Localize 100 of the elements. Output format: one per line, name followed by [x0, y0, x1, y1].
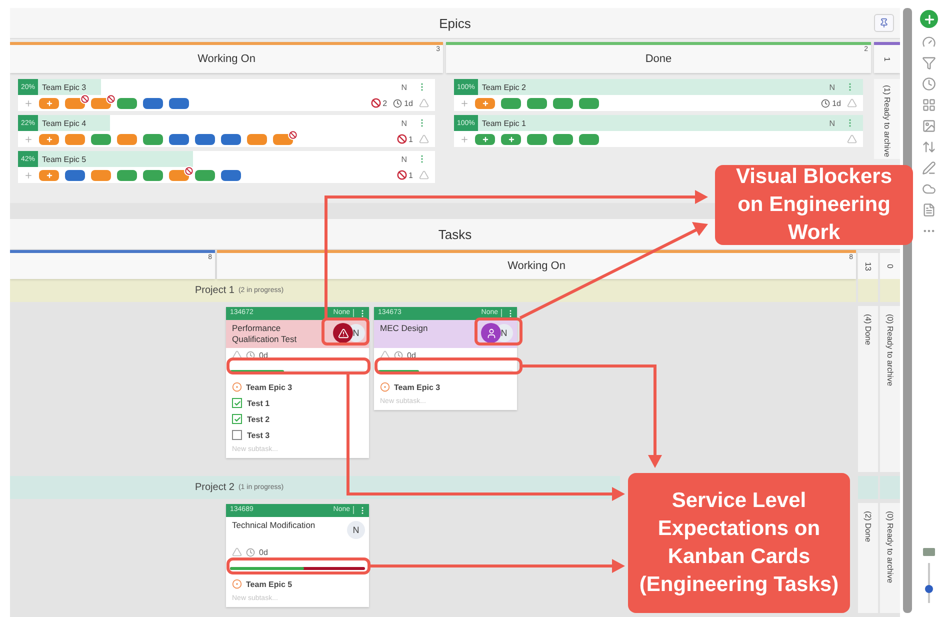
- pin-icon: [879, 18, 889, 28]
- epic-name: Team Epic 4: [42, 118, 88, 128]
- epic-link[interactable]: Team Epic 5: [246, 580, 292, 588]
- checkbox[interactable]: [232, 430, 242, 440]
- epic-icon: [232, 579, 242, 589]
- sort-icon[interactable]: [922, 140, 936, 154]
- task-chip[interactable]: [169, 98, 189, 108]
- collapsed-column[interactable]: (4) Done: [858, 306, 878, 472]
- task-chip[interactable]: [195, 134, 215, 144]
- subtask-label: Test 1: [247, 398, 270, 408]
- triangle-icon: [847, 98, 857, 108]
- pin-button[interactable]: [874, 14, 894, 32]
- column-count: 13: [864, 262, 872, 270]
- task-chip[interactable]: [195, 170, 215, 180]
- plus-icon: [46, 136, 52, 142]
- clock-icon: [393, 98, 402, 108]
- plus-icon: [482, 100, 488, 106]
- blocked-icon: [396, 134, 407, 144]
- highlight-frame: [322, 318, 370, 346]
- plus-icon: [482, 136, 488, 142]
- task-chip[interactable]: [39, 134, 59, 144]
- task-chip[interactable]: [91, 134, 111, 144]
- dashboard-icon[interactable]: [922, 35, 936, 49]
- slider-thumb[interactable]: [925, 585, 933, 593]
- grid-icon[interactable]: [922, 98, 936, 112]
- avatar-initial: N: [829, 82, 835, 92]
- card-title: Performance Qualification Test: [232, 323, 298, 345]
- task-chip[interactable]: [39, 98, 59, 108]
- task-chip[interactable]: [143, 170, 163, 180]
- cloud-icon[interactable]: [922, 182, 936, 196]
- task-chip[interactable]: [247, 134, 267, 144]
- blocker-count: 2: [382, 98, 388, 108]
- task-chip[interactable]: [475, 98, 495, 108]
- task-chip[interactable]: [143, 98, 163, 108]
- plus-icon: [508, 136, 514, 142]
- epic-name: Team Epic 1: [482, 118, 527, 128]
- checkbox[interactable]: [232, 398, 242, 408]
- task-chip[interactable]: [475, 134, 495, 144]
- task-chip[interactable]: [65, 170, 85, 180]
- checkbox[interactable]: [232, 414, 242, 424]
- task-chip[interactable]: [553, 134, 573, 144]
- task-chip[interactable]: [501, 98, 521, 108]
- task-chip[interactable]: [117, 170, 137, 180]
- add-icon[interactable]: [24, 98, 33, 108]
- card-title: MEC Design: [380, 323, 428, 334]
- epic-icon: [380, 382, 390, 392]
- clock-icon[interactable]: [922, 77, 936, 91]
- collapsed-column[interactable]: (2) Done: [858, 503, 878, 613]
- task-chip[interactable]: [527, 98, 547, 108]
- highlight-frame: [474, 318, 522, 346]
- task-chip[interactable]: [579, 98, 599, 108]
- add-icon[interactable]: [24, 134, 33, 144]
- add-button[interactable]: [920, 10, 938, 28]
- avatar-initial: N: [829, 118, 835, 128]
- task-chip[interactable]: [39, 170, 59, 180]
- task-chip[interactable]: [579, 134, 599, 144]
- task-chip[interactable]: [527, 134, 547, 144]
- edit-icon[interactable]: [922, 161, 936, 175]
- section-title: Tasks: [438, 226, 472, 242]
- age-label: 1d: [832, 98, 841, 108]
- task-chip[interactable]: [117, 98, 137, 108]
- avatar-initial: N: [401, 118, 407, 128]
- triangle-icon: [232, 547, 242, 557]
- task-chip[interactable]: [221, 134, 241, 144]
- task-chip[interactable]: [143, 134, 163, 144]
- image-icon[interactable]: [922, 119, 936, 133]
- filter-icon[interactable]: [922, 56, 936, 70]
- add-icon[interactable]: [460, 134, 469, 144]
- blocked-icon: [370, 98, 381, 108]
- collapsed-column[interactable]: (0) Ready to archive: [880, 503, 900, 613]
- document-icon[interactable]: [922, 203, 936, 217]
- task-chip[interactable]: [91, 170, 111, 180]
- clock-icon: [821, 98, 830, 108]
- add-icon[interactable]: [460, 98, 469, 108]
- blocked-icon: [288, 130, 298, 140]
- epic-icon: [232, 382, 242, 392]
- blocked-icon: [396, 170, 407, 180]
- add-icon[interactable]: [24, 170, 33, 180]
- column-title: Working On: [508, 260, 566, 272]
- task-chip[interactable]: [221, 170, 241, 180]
- epic-name: Team Epic 5: [42, 154, 88, 164]
- lane-header-cell: [858, 279, 878, 302]
- task-chip[interactable]: [169, 134, 189, 144]
- age-label: 0d: [259, 548, 268, 556]
- task-chip[interactable]: [553, 98, 573, 108]
- lane-title: Project 2: [195, 482, 234, 493]
- task-chip[interactable]: [65, 134, 85, 144]
- task-chip[interactable]: [501, 134, 521, 144]
- epic-name: Team Epic 2: [482, 82, 527, 92]
- column-count: 1: [882, 56, 892, 62]
- clock-icon: [246, 350, 255, 360]
- epic-link[interactable]: Team Epic 3: [246, 382, 292, 392]
- epic-link[interactable]: Team Epic 3: [394, 382, 440, 392]
- lane-header-cell: [880, 476, 900, 499]
- callout: Visual Blockers on Engineering Work: [715, 165, 913, 245]
- task-chip[interactable]: [117, 134, 137, 144]
- triangle-icon: [847, 134, 857, 144]
- plus-icon: [46, 100, 52, 106]
- collapsed-column[interactable]: (1) Ready to archive: [874, 79, 900, 159]
- collapsed-column[interactable]: (0) Ready to archive: [880, 306, 900, 472]
